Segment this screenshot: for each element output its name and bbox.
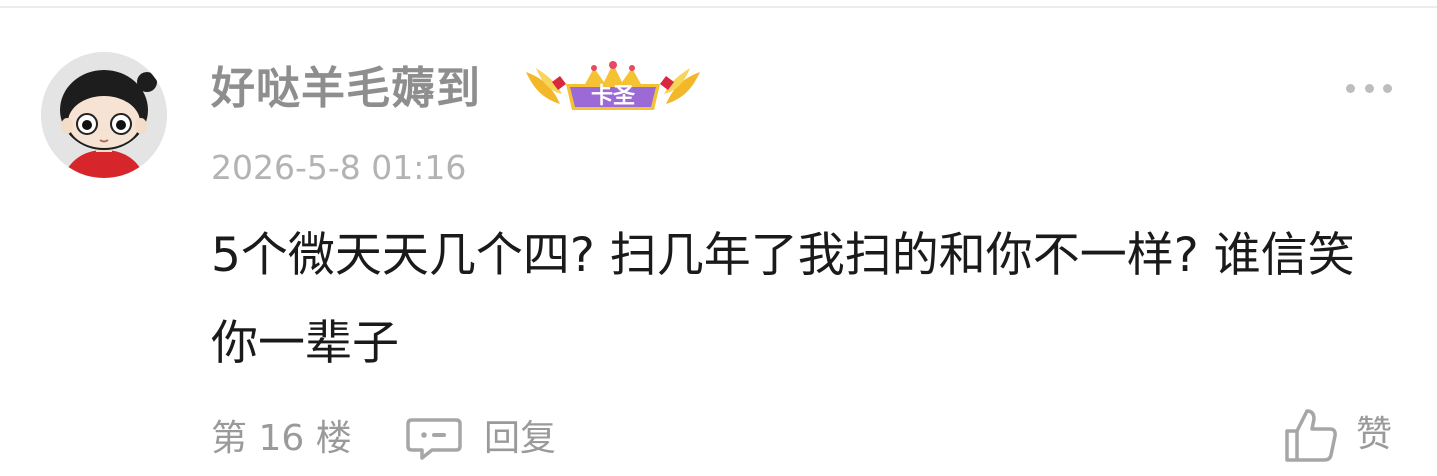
more-dots-icon (1346, 83, 1355, 93)
badge-label: 卡圣 (590, 84, 635, 109)
top-divider (0, 6, 1437, 8)
more-dot (1364, 83, 1374, 93)
level-badge: 卡圣 (522, 60, 704, 118)
reply-label: 回复 (484, 418, 557, 459)
reply-button[interactable]: 回复 (406, 414, 556, 464)
timestamp: 2026-5-8 01:16 (211, 148, 467, 187)
cartoon-avatar-icon (41, 52, 167, 178)
like-label: 赞 (1356, 414, 1393, 455)
avatar[interactable] (41, 52, 167, 178)
thumbs-up-icon (1285, 409, 1337, 462)
floor-number: 第 16 楼 (211, 418, 352, 459)
more-options-button[interactable] (1346, 76, 1392, 100)
comment-bubble-icon (406, 418, 462, 460)
comment-text: 5个微天天几个四? 扫几年了我扫的和你不一样? 谁信笑你一辈子 (211, 228, 1355, 371)
like-button[interactable]: 赞 (1284, 404, 1392, 466)
username[interactable]: 好哒羊毛薅到 (211, 60, 481, 118)
more-dot (1383, 83, 1392, 93)
